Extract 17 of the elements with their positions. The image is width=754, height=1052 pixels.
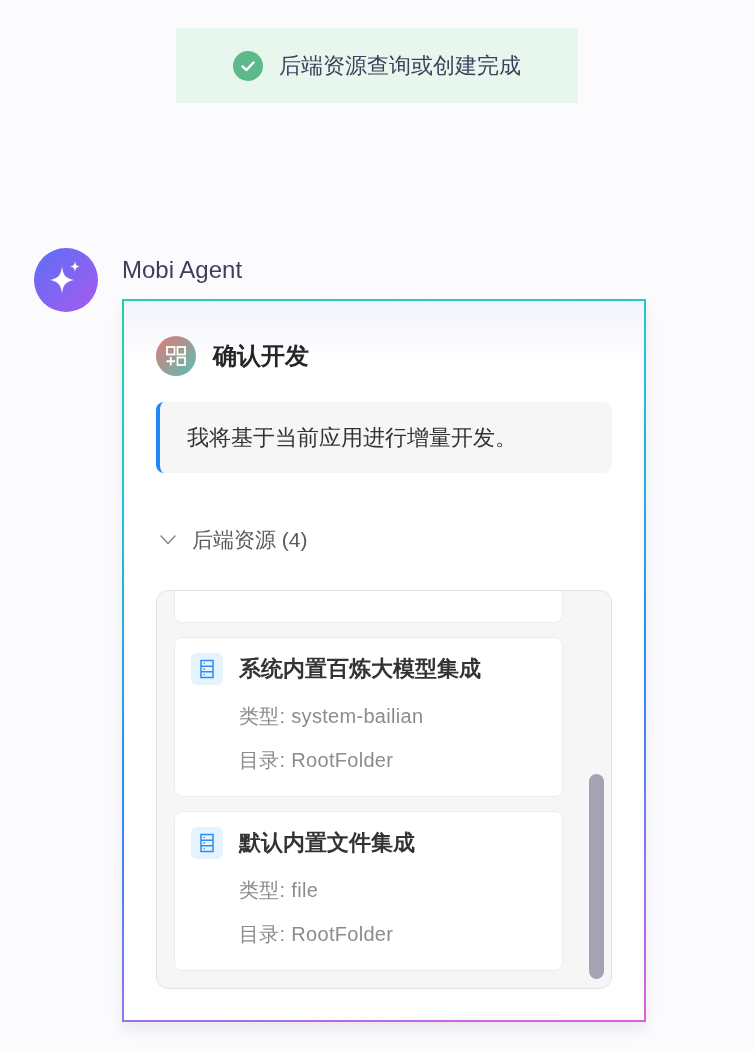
resource-title: 系统内置百炼大模型集成 — [239, 655, 481, 683]
server-icon — [191, 653, 223, 685]
card-title: 确认开发 — [213, 341, 309, 371]
check-circle-icon — [233, 50, 263, 81]
sparkle-avatar-icon — [34, 248, 98, 312]
grid-plus-icon — [156, 336, 196, 376]
server-icon — [191, 827, 223, 859]
scrollbar-thumb[interactable] — [589, 774, 604, 979]
resource-detail: 目录: RootFolder — [238, 748, 395, 773]
resource-detail: 目录: RootFolder — [238, 922, 395, 947]
resource-title: 默认内置文件集成 — [239, 829, 415, 857]
resource-detail: 类型: file — [238, 878, 320, 903]
section-toggle[interactable]: 后端资源 (4) — [156, 525, 312, 555]
toast-message: 后端资源查询或创建完成 — [279, 51, 521, 80]
note-callout: 我将基于当前应用进行增量开发。 — [156, 402, 612, 473]
resource-detail: 类型: system-bailian — [238, 704, 425, 729]
agent-name: Mobi Agent — [122, 255, 243, 285]
